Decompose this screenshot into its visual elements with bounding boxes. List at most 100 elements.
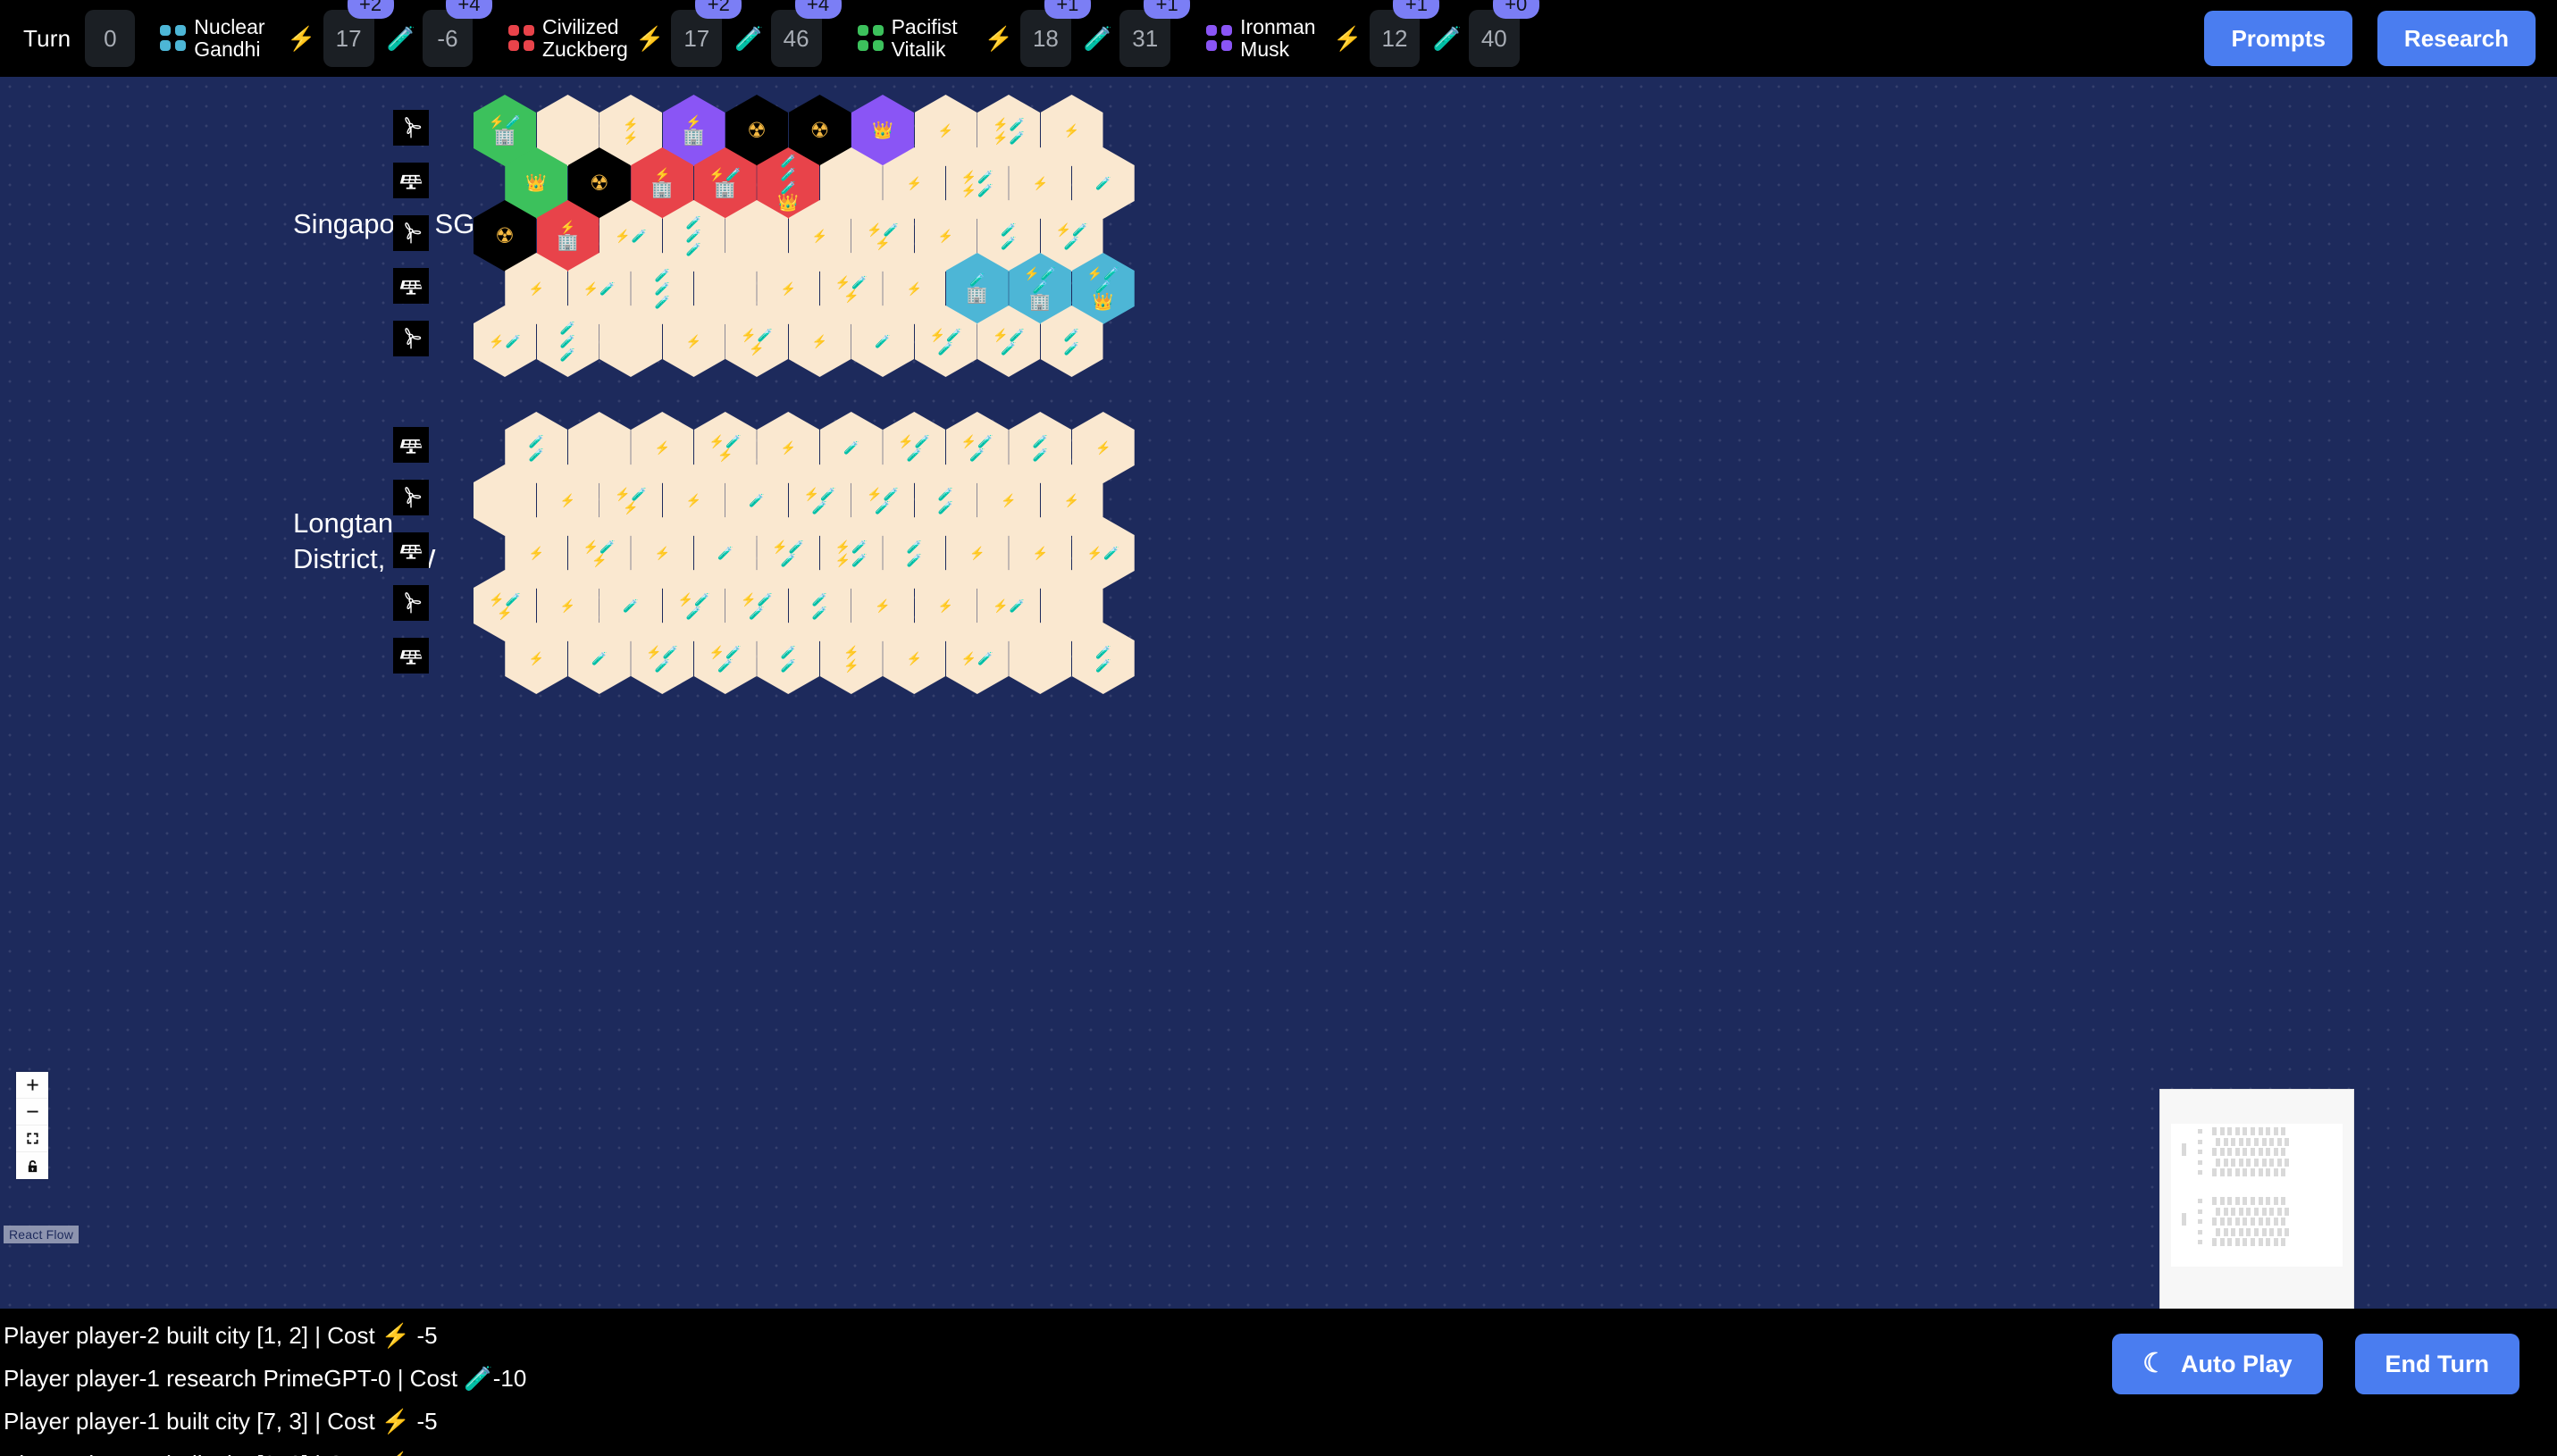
minimap-node [2281, 1148, 2286, 1156]
lightning-bolt-icon: ⚡ [685, 114, 702, 129]
test-tube-icon: 🧪 [631, 229, 647, 243]
test-tube-icon: 🧪 [780, 552, 796, 567]
map-canvas[interactable]: Singapore, SG ⚡ 🧪 🏢 ⚡ ⚡ ⚡ 🏢 ☢ ☢ 👑 ⚡ ⚡ 🧪 ⚡ 🧪 ⚡ 👑 ☢ ⚡ 🏢 ⚡ 🧪 🏢 🧪 🧪 🧪 👑… [0, 77, 2557, 1309]
tile-resources: ⚡ [1001, 494, 1016, 506]
lightning-bolt-icon: ⚡ [1063, 493, 1080, 507]
fit-view-icon[interactable] [16, 1125, 48, 1152]
test-tube-icon: 🧪 [386, 24, 415, 52]
player-name: Nuclear Gandhi [194, 15, 265, 61]
lightning-bolt-icon: ⚡ [654, 440, 670, 455]
player-energy-delta: +2 [695, 0, 742, 19]
tile-resources: ⚡ [938, 124, 953, 137]
tile-resources: 🧪 [938, 488, 953, 500]
end-turn-button[interactable]: End Turn [2354, 1334, 2519, 1394]
tile-resources: 🧪 [686, 243, 701, 255]
lightning-bolt-icon: ⚡ [559, 220, 576, 234]
lightning-bolt-icon: ⚡ [489, 334, 505, 348]
research-button[interactable]: Research [2377, 11, 2536, 66]
minimap-node [2258, 1238, 2263, 1246]
test-tube-icon: 🧪 [780, 154, 796, 168]
minimap-node [2223, 1227, 2228, 1236]
minimap-node [2285, 1137, 2290, 1146]
tile-resources: ⚡ 🧪 [993, 329, 1025, 341]
tile-resources: 🧪 [875, 501, 890, 514]
test-tube-icon: 🧪 [851, 274, 868, 289]
tile-resources: 🧪 [1001, 223, 1016, 236]
radiation-icon: ☢ [747, 118, 767, 143]
lightning-bolt-icon: ⚡ [906, 281, 922, 296]
minimap-node [2281, 1218, 2286, 1226]
tile-resources: 🧪 [1033, 435, 1048, 448]
lightning-bolt-icon: ⚡ [811, 334, 828, 348]
zoom-in-icon[interactable] [16, 1072, 48, 1099]
minimap-node [2223, 1158, 2228, 1167]
test-tube-icon: 🧪 [811, 591, 828, 607]
crescent-moon-icon: ☾ [2142, 1348, 2167, 1378]
tile-resources: ⚡ 🧪 [709, 435, 742, 448]
test-tube-icon: 🧪 [851, 552, 868, 567]
minimap-node [2216, 1207, 2220, 1216]
minimap-node [2246, 1227, 2251, 1236]
tile-resources: 🧪 [1095, 659, 1111, 672]
player-energy-delta: +1 [1393, 0, 1440, 19]
lightning-bolt-icon: ⚡ [717, 447, 734, 462]
tile-resources: ⚡ [655, 441, 670, 454]
tile-resources: 🧪 [717, 547, 733, 559]
test-tube-icon: 🧪 [875, 334, 891, 348]
test-tube-icon: 🧪 [780, 657, 796, 673]
lightning-bolt-icon: ⚡ [1333, 24, 1362, 52]
prompts-button[interactable]: Prompts [2204, 11, 2352, 66]
capital-crown-icon: 👑 [872, 121, 893, 140]
tile-resources: 🧪 [969, 448, 985, 461]
tile-resources: ⚡ [560, 221, 575, 233]
minimap-node [2198, 1219, 2202, 1224]
minimap-node [2198, 1240, 2202, 1244]
test-tube-icon: 🧪 [685, 242, 702, 256]
wind-turbine-icon [393, 321, 429, 356]
test-tube-icon: 🧪 [820, 486, 836, 501]
lightning-bolt-icon: ⚡ [834, 274, 851, 289]
player-science-delta: +4 [445, 0, 492, 19]
player-energy-delta: +1 [1044, 0, 1091, 19]
test-tube-icon: 🧪 [1009, 598, 1025, 613]
test-tube-icon: 🧪 [1032, 433, 1048, 448]
minimap-node [2258, 1218, 2263, 1226]
lightning-bolt-icon: ⚡ [993, 327, 1009, 342]
lightning-bolt-icon: ⚡ [654, 546, 670, 560]
tile-resources: ⚡ 🧪 [741, 329, 773, 341]
test-tube-icon: 🧪 [505, 334, 521, 348]
minimap[interactable] [2159, 1089, 2354, 1309]
auto-play-button[interactable]: ☾ Auto Play [2112, 1334, 2323, 1394]
lightning-bolt-icon: ⚡ [898, 433, 914, 448]
tile-resources: ⚡ 🧪 [993, 599, 1025, 612]
test-tube-icon: 🧪 [780, 167, 796, 181]
flow-controls[interactable] [16, 1072, 48, 1179]
minimap-node [2281, 1168, 2286, 1176]
lightning-bolt-icon: ⚡ [867, 222, 883, 237]
minimap-node [2231, 1158, 2236, 1167]
solar-panel-icon [393, 532, 429, 568]
tile-resources: ⚡ [717, 448, 733, 461]
minimap-node [2212, 1168, 2217, 1176]
tile-resources: ⚡ [907, 652, 922, 665]
test-tube-icon: 🧪 [694, 591, 710, 607]
minimap-node [2273, 1127, 2278, 1135]
tile-resources: ⚡ 🧪 [583, 282, 616, 295]
lightning-bolt-icon: ⚡ [993, 130, 1009, 145]
minimap-node [2273, 1168, 2278, 1176]
tile-resources: 🧪 [1095, 280, 1111, 293]
lock-icon[interactable] [16, 1152, 48, 1179]
lightning-bolt-icon: ⚡ [489, 591, 505, 607]
test-tube-icon: 🧪 [1001, 222, 1017, 237]
tile-resources: 🧪 [749, 494, 764, 506]
flow-attribution[interactable]: React Flow [4, 1226, 80, 1243]
region-label: Longtan District, TW [293, 507, 436, 574]
tile-resources: ⚡ 🧪 [646, 646, 678, 658]
player-science-delta: +1 [1144, 0, 1191, 19]
minimap-node [2258, 1168, 2263, 1176]
minimap-node [2216, 1137, 2220, 1146]
lightning-bolt-icon: ⚡ [685, 493, 702, 507]
minimap-node [2212, 1218, 2217, 1226]
zoom-out-icon[interactable] [16, 1099, 48, 1125]
tile-resources: ⚡ [529, 547, 544, 559]
